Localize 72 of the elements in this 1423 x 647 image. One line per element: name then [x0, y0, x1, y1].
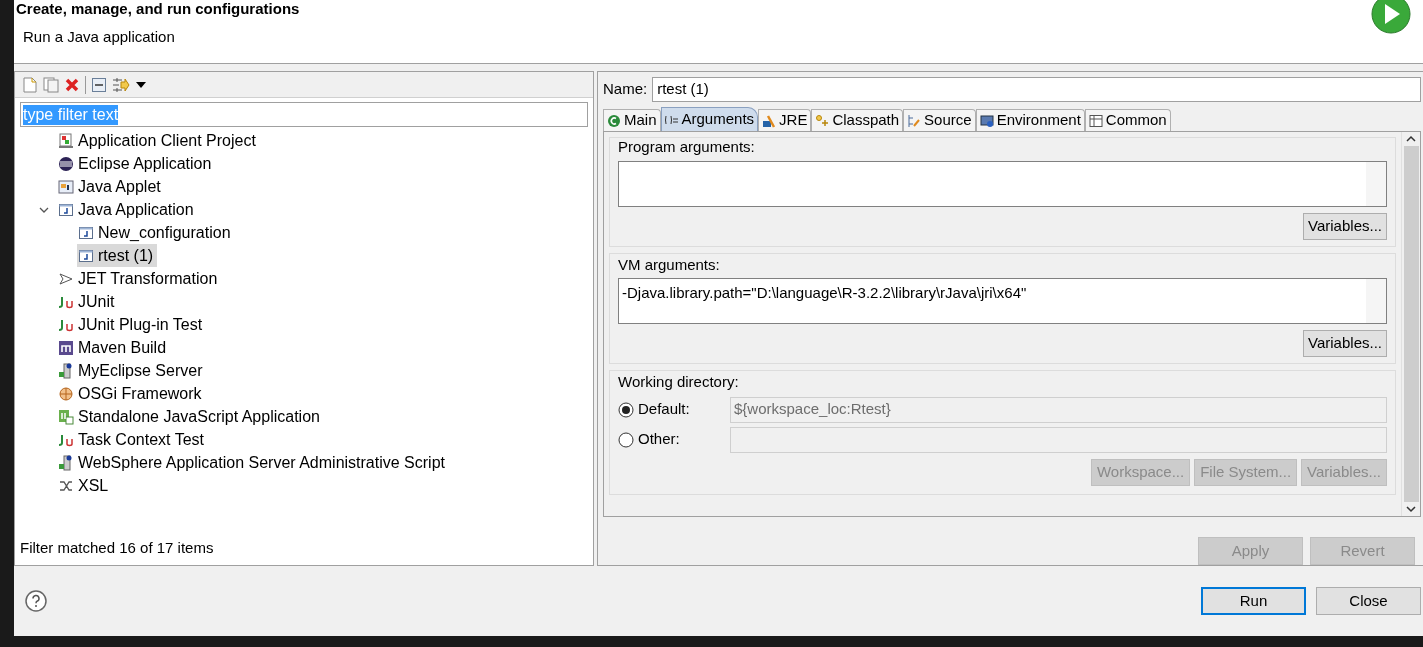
- server-icon: [58, 362, 74, 379]
- maven-icon: [58, 339, 74, 356]
- java-file-icon: [78, 247, 94, 264]
- button[interactable]: Run: [1201, 587, 1306, 615]
- java-file-icon: [78, 224, 94, 241]
- java-file-icon: [58, 201, 74, 218]
- applet-icon: [58, 178, 74, 195]
- tab[interactable]: Source: [903, 109, 976, 131]
- tree-item[interactable]: XSL: [57, 474, 113, 497]
- crosshair-icon: [58, 385, 74, 402]
- c-icon: [607, 113, 621, 128]
- tree-item[interactable]: rtest (1): [77, 244, 158, 267]
- radio-button[interactable]: Other:: [618, 428, 730, 451]
- dialog-description: Run a Java application: [23, 27, 176, 47]
- tab[interactable]: Arguments: [660, 107, 759, 131]
- classpath-icon: [815, 113, 830, 128]
- server-icon: [58, 454, 74, 471]
- directory-field[interactable]: ${workspace_loc:Rtest}: [730, 396, 1387, 423]
- delete-icon[interactable]: [65, 77, 79, 92]
- group-label: VM arguments:: [618, 254, 721, 275]
- dropdown-caret-icon[interactable]: [136, 81, 146, 88]
- duplicate-icon[interactable]: [43, 76, 59, 93]
- filter-icon[interactable]: [112, 76, 130, 93]
- tree-item[interactable]: OSGi Framework: [57, 382, 206, 405]
- scrollbar[interactable]: [1401, 132, 1420, 516]
- tab[interactable]: Classpath: [811, 109, 904, 131]
- text-area[interactable]: -Djava.library.path="D:\language\R-3.2.2\library\rJava\jri\x64": [618, 278, 1387, 324]
- help-icon[interactable]: [25, 590, 47, 612]
- table-icon: [1088, 113, 1103, 128]
- button[interactable]: Close: [1316, 587, 1421, 615]
- directory-field[interactable]: [730, 426, 1387, 453]
- scrollbar[interactable]: [1366, 279, 1386, 323]
- radio-selected-icon[interactable]: [618, 401, 634, 418]
- tree-item[interactable]: Java Applet: [57, 175, 165, 198]
- tree-item[interactable]: JET Transformation: [57, 267, 222, 290]
- monitor-icon: [979, 113, 994, 128]
- tab[interactable]: Common: [1084, 109, 1171, 131]
- arrow-icon: [58, 270, 74, 287]
- name-field[interactable]: rtest (1): [652, 77, 1421, 102]
- radio-empty-icon[interactable]: [618, 431, 634, 448]
- tree-item[interactable]: Standalone JavaScript Application: [57, 405, 324, 428]
- tree-item[interactable]: MyEclipse Server: [57, 359, 207, 382]
- tab[interactable]: JRE: [758, 109, 812, 131]
- tree-item[interactable]: JUnit: [57, 290, 119, 313]
- dialog-title: Create, manage, and run configurations: [16, 0, 300, 18]
- tree-item[interactable]: Eclipse Application: [57, 152, 216, 175]
- group-label: Program arguments:: [618, 137, 756, 157]
- tree-item[interactable]: Application Client Project: [57, 129, 260, 152]
- status-text: Filter matched 16 of 17 items: [19, 537, 215, 558]
- collapse-icon[interactable]: [92, 77, 106, 92]
- tree-item[interactable]: Task Context Test: [57, 428, 208, 451]
- chevron-down-icon[interactable]: [39, 205, 49, 214]
- tree-item[interactable]: JUnit Plug-in Test: [57, 313, 207, 336]
- variables-button[interactable]: Variables...: [1303, 212, 1387, 240]
- tree-item[interactable]: WebSphere Application Server Administrative Script: [57, 451, 449, 474]
- text-area[interactable]: [618, 160, 1387, 207]
- tree-item[interactable]: New_configuration: [77, 221, 235, 244]
- tab[interactable]: Environment: [975, 109, 1085, 131]
- scrollbar[interactable]: [1366, 161, 1386, 206]
- script-icon: [58, 408, 74, 425]
- tree-item[interactable]: Java Application: [57, 198, 198, 221]
- source-icon: [907, 113, 922, 128]
- tab[interactable]: Main: [603, 109, 661, 131]
- group-label: Working directory:: [618, 372, 740, 392]
- variables-button[interactable]: Variables...: [1303, 330, 1387, 357]
- name-label: Name:: [603, 79, 648, 100]
- tree-item[interactable]: Maven Build: [57, 336, 171, 359]
- project-icon: [58, 132, 74, 149]
- library-icon: [762, 113, 777, 128]
- new-icon[interactable]: [23, 76, 37, 93]
- radio-button[interactable]: Default:: [618, 398, 730, 421]
- eclipse-icon: [58, 155, 74, 172]
